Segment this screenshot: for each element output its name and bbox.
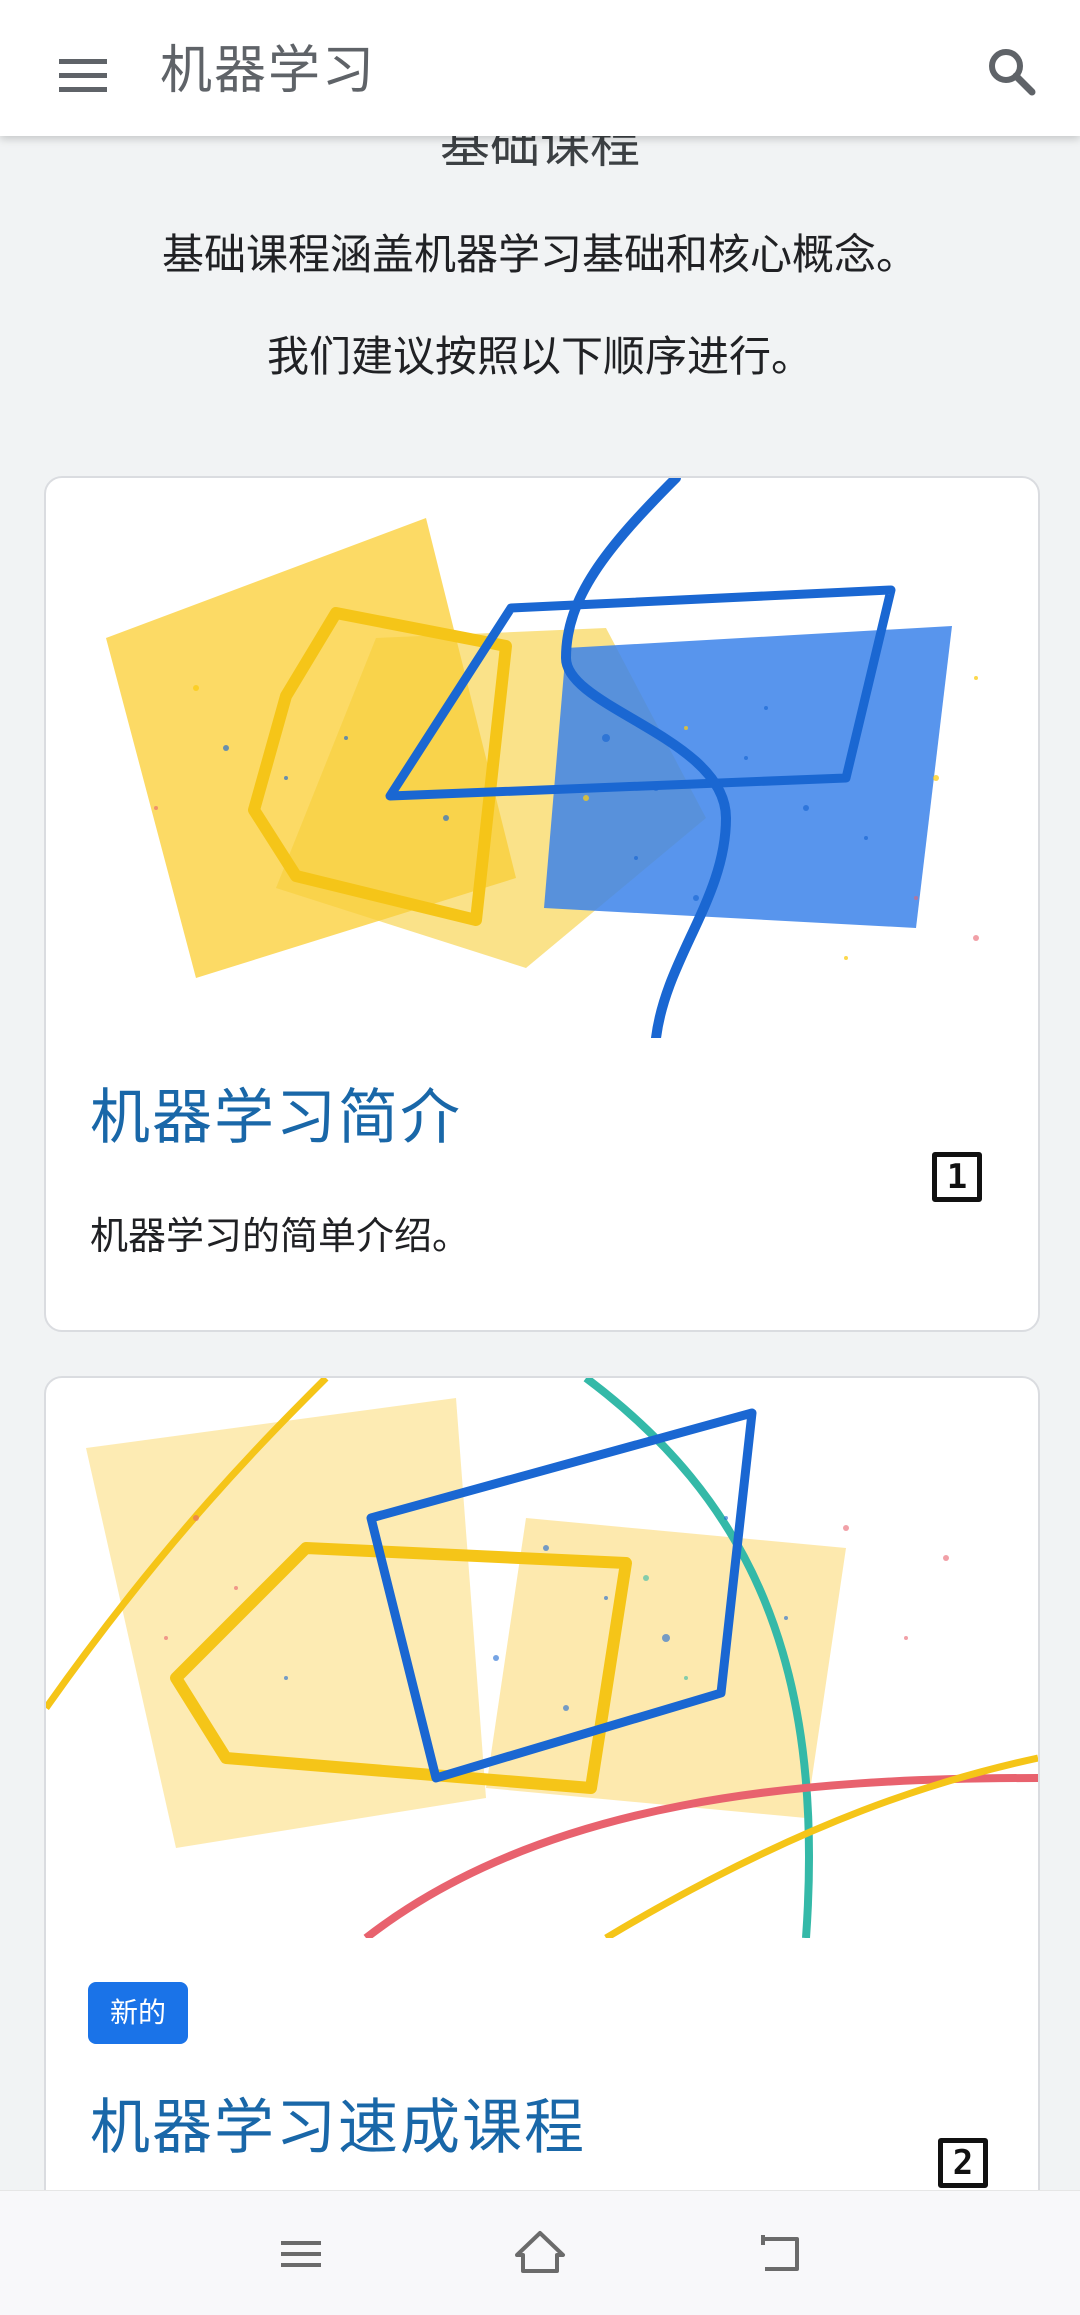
hamburger-menu-icon[interactable] bbox=[50, 42, 116, 108]
home-icon[interactable] bbox=[505, 2219, 575, 2289]
recent-apps-icon[interactable] bbox=[266, 2219, 336, 2289]
back-icon[interactable] bbox=[745, 2219, 815, 2289]
course-card-ml-crash-course[interactable]: 新的 机器学习速成课程 2 bbox=[44, 1376, 1040, 2190]
scroll-content[interactable]: 基础课程 基础课程涵盖机器学习基础和核心概念。 我们建议按照以下顺序进行。 机器… bbox=[0, 0, 1080, 2190]
system-nav-bar bbox=[0, 2190, 1080, 2315]
course-title[interactable]: 机器学习简介 bbox=[90, 1078, 462, 1158]
course-illustration bbox=[106, 478, 979, 1038]
course-description: 机器学习的简单介绍。 bbox=[90, 1214, 471, 1258]
app-title: 机器学习 bbox=[160, 41, 377, 101]
search-icon[interactable] bbox=[976, 36, 1048, 108]
course-illustration bbox=[46, 1378, 1038, 1938]
course-card-intro-to-ml[interactable]: 机器学习简介 机器学习的简单介绍。 1 bbox=[44, 476, 1040, 1332]
app-bar: 机器学习 bbox=[0, 0, 1080, 136]
course-title[interactable]: 机器学习速成课程 bbox=[90, 2088, 586, 2168]
course-order-number: 2 bbox=[938, 2138, 988, 2188]
new-badge: 新的 bbox=[88, 1982, 189, 2044]
section-intro-line-2: 我们建议按照以下顺序进行。 bbox=[266, 332, 813, 381]
section-intro-line-1: 基础课程涵盖机器学习基础和核心概念。 bbox=[161, 230, 918, 279]
course-order-number: 1 bbox=[932, 1152, 982, 1202]
